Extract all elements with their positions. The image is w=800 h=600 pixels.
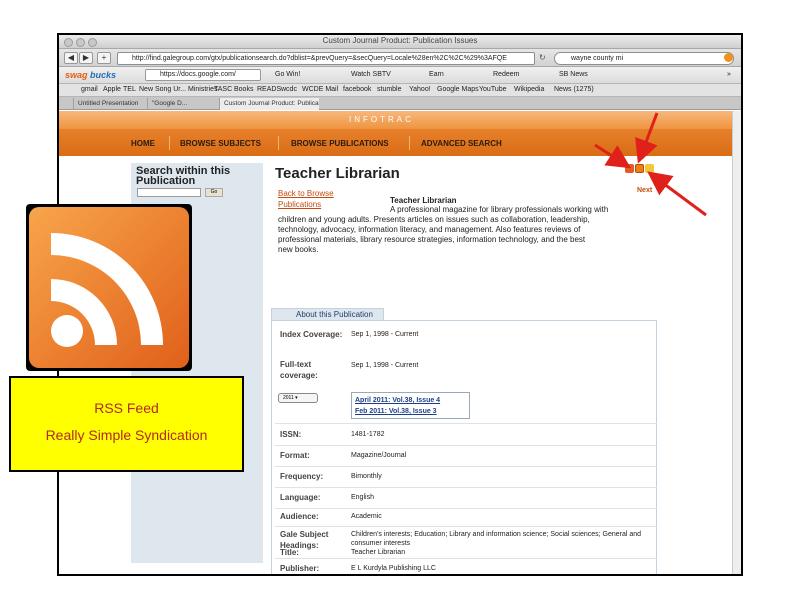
field-value-language: English [351,494,374,501]
bookmark-star-icon[interactable] [645,164,654,173]
field-value-fulltext-coverage: Sep 1, 1998 - Current [351,362,419,369]
bookmark-wcde-mail[interactable]: WCDE Mail [302,86,338,93]
rss-caption-box: RSS Feed Really Simple Syndication [9,376,244,472]
browser-search-input[interactable]: wayne county mi [554,52,734,65]
rss-icon[interactable] [635,164,644,173]
rss-icon [29,207,189,368]
forward-icon[interactable]: ▶ [79,52,93,64]
main-nav: HOME BROWSE SUBJECTS BROWSE PUBLICATIONS… [59,129,735,156]
swagbucks-search-input[interactable]: https://docs.google.com/ [145,69,261,81]
field-label-audience: Audience: [280,512,319,521]
bookmark-news[interactable]: News (1275) [554,86,594,93]
bookmark-wikipedia[interactable]: Wikipedia [514,86,544,93]
reload-icon[interactable]: ↻ [539,53,546,62]
year-select[interactable]: 2011 ▾ [278,393,318,403]
swagbucks-logo[interactable]: swag bucks [65,70,116,80]
nav-advanced-search[interactable]: ADVANCED SEARCH [421,139,502,148]
bookmark-apple[interactable]: Apple [103,86,121,93]
bookmark-yahoo[interactable]: Yahoo! [409,86,431,93]
swag-redeem[interactable]: Redeem [493,71,519,78]
field-divider [275,508,657,509]
url-text: http://find.galegroup.com/gtx/publicatio… [132,55,507,62]
swag-go-win[interactable]: Go Win! [275,71,300,78]
field-divider [275,558,657,559]
bookmark-google-maps[interactable]: Google Maps [437,86,479,93]
browser-toolbar: ◀ ▶ + http://find.galegroup.com/gtx/publ… [59,49,741,67]
search-text: wayne county mi [571,55,624,62]
search-engine-icon[interactable] [724,53,733,62]
field-value-index-coverage: Sep 1, 1998 - Current [351,331,419,338]
nav-home[interactable]: HOME [131,139,155,148]
nav-separator [169,136,170,150]
bookmark-reads[interactable]: READS [257,86,281,93]
vertical-scrollbar[interactable] [732,111,741,574]
field-value-title: Teacher Librarian [351,549,406,556]
bookmark-tel[interactable]: TEL [123,86,136,93]
bookmark-gmail[interactable]: gmail [81,86,98,93]
bookmark-tasc[interactable]: TASC [214,86,232,93]
bookmark-facebook[interactable]: facebook [343,86,371,93]
field-label-issn: ISSN: [280,430,302,439]
infotrac-logo: INFOTRAC [349,115,414,124]
tab-untitled-presentation[interactable]: Untitled Presentation [73,98,145,110]
swag-earn[interactable]: Earn [429,71,444,78]
sidebar-heading: Search within this Publication [136,165,231,187]
email-icon[interactable] [625,164,634,173]
bookmark-wcdc[interactable]: wcdc [281,86,297,93]
add-bookmark-icon[interactable]: + [97,52,111,64]
nav-separator [409,136,410,150]
field-divider [275,526,657,527]
tab-bar: Untitled Presentation "Google D... Custo… [59,97,741,110]
field-value-frequency: Bimonthly [351,473,382,480]
issue-link[interactable]: Feb 2011: Vol.38, Issue 3 [355,408,437,415]
field-divider [275,423,657,424]
bookmark-stumble[interactable]: stumble [377,86,402,93]
field-value-publisher: E L Kurdyla Publishing LLC [351,565,436,572]
field-divider [275,445,657,446]
rss-feed-icon [26,204,192,371]
publication-search-go-button[interactable]: Go [205,188,223,197]
page-title: Teacher Librarian [275,165,400,182]
nav-browse-subjects[interactable]: BROWSE SUBJECTS [180,139,261,148]
field-value-issn: 1481-1782 [351,431,385,438]
bookmark-new-song[interactable]: New Song Ur... Ministries [139,86,218,93]
field-value-subject-headings: Children's interests; Education; Library… [351,531,642,547]
issue-link[interactable]: April 2011: Vol.38, Issue 4 [355,397,440,404]
description-title: Teacher Librarian [390,196,457,205]
nav-browse-publications[interactable]: BROWSE PUBLICATIONS [291,139,389,148]
swag-watch-sbtv[interactable]: Watch SBTV [351,71,391,78]
publication-search-input[interactable] [137,188,201,197]
field-label-fulltext-coverage: Full-text coverage: [280,360,318,380]
tab-google-docs[interactable]: "Google D... [147,98,217,110]
field-divider [275,466,657,467]
window-title: Custom Journal Product: Publication Issu… [322,36,478,45]
rss-caption-subtitle: Really Simple Syndication [45,427,208,443]
field-label-title: Title: [280,548,299,557]
tab-custom-journal[interactable]: Custom Journal Product: Publicati... [219,98,319,110]
swag-news[interactable]: SB News [559,71,588,78]
field-label-publisher: Publisher: [280,564,320,573]
address-bar[interactable]: http://find.galegroup.com/gtx/publicatio… [117,52,535,65]
publication-description: A professional magazine for library prof… [278,205,609,254]
field-divider [275,487,657,488]
back-icon[interactable]: ◀ [64,52,78,64]
bookmark-books[interactable]: Books [234,86,253,93]
rss-caption-title: RSS Feed [94,400,159,416]
swag-overflow-chevron[interactable]: » [727,71,731,78]
infotrac-banner: INFOTRAC [59,111,735,129]
swagbucks-toolbar: swag bucks https://docs.google.com/ Go W… [59,67,741,84]
field-label-frequency: Frequency: [280,472,324,481]
bookmarks-bar: gmail Apple TEL New Song Ur... Ministrie… [59,84,741,97]
field-label-format: Format: [280,451,310,460]
field-value-audience: Academic [351,513,382,520]
field-label-language: Language: [280,493,321,502]
field-label-index-coverage: Index Coverage: [280,330,343,339]
nav-separator [278,136,279,150]
next-link[interactable]: Next [637,187,652,194]
issues-list: April 2011: Vol.38, Issue 4 Feb 2011: Vo… [351,392,470,419]
title-bar: Custom Journal Product: Publication Issu… [59,35,741,49]
bookmark-youtube[interactable]: YouTube [479,86,507,93]
field-value-format: Magazine/Journal [351,452,407,459]
